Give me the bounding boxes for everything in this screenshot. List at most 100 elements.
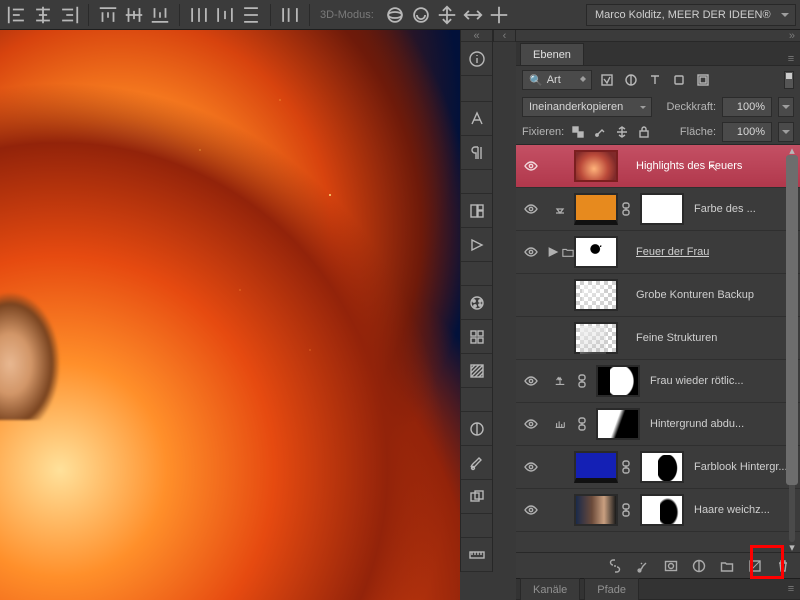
align-right-icon[interactable] xyxy=(58,4,80,26)
scroll-down-icon[interactable]: ▾ xyxy=(786,542,798,552)
timeline-panel-icon[interactable] xyxy=(461,228,492,262)
mask-thumbnail[interactable] xyxy=(596,408,640,440)
layer-thumbnail[interactable] xyxy=(574,150,618,182)
mask-thumbnail[interactable] xyxy=(640,494,684,526)
filter-shape-icon[interactable] xyxy=(670,71,688,89)
scroll-up-icon[interactable]: ▴ xyxy=(786,145,798,155)
layer-thumbnail[interactable] xyxy=(574,279,618,311)
align-center-icon[interactable] xyxy=(32,4,54,26)
distribute-spacing-icon[interactable] xyxy=(279,4,301,26)
color-panel-icon[interactable] xyxy=(461,286,492,320)
styles-panel-icon[interactable] xyxy=(461,354,492,388)
link-mask-icon[interactable] xyxy=(618,202,634,216)
workspace-switcher[interactable]: Marco Kolditz, MEER DER IDEEN® xyxy=(586,4,796,26)
link-mask-icon[interactable] xyxy=(618,460,634,474)
new-layer-icon[interactable] xyxy=(746,557,764,575)
layer-name[interactable]: Feuer der Frau xyxy=(636,246,709,258)
info-panel-icon[interactable] xyxy=(461,42,492,76)
panel-collapse-icon[interactable]: » xyxy=(516,30,800,42)
visibility-toggle-icon[interactable] xyxy=(516,159,546,173)
layer-name[interactable]: Farblook Hintergr... xyxy=(694,461,788,473)
layer-name[interactable]: Frau wieder rötlic... xyxy=(650,375,744,387)
align-bottom-icon[interactable] xyxy=(149,4,171,26)
link-layers-icon[interactable] xyxy=(606,557,624,575)
character-panel-icon[interactable] xyxy=(461,102,492,136)
lock-transparency-icon[interactable] xyxy=(570,124,586,140)
new-group-icon[interactable] xyxy=(718,557,736,575)
fill-input[interactable]: 100% xyxy=(722,122,772,142)
delete-layer-icon[interactable] xyxy=(774,557,792,575)
lock-pixels-icon[interactable] xyxy=(592,124,608,140)
layer-row-highlights[interactable]: Highlights des Feuers ↖ xyxy=(516,145,800,188)
opacity-dropdown-button[interactable] xyxy=(778,97,794,117)
slide-3d-icon[interactable] xyxy=(462,4,484,26)
layer-name[interactable]: Hintergrund abdu... xyxy=(650,418,744,430)
layer-row-frau[interactable]: Frau wieder rötlic... xyxy=(516,360,800,403)
disclosure-triangle-icon[interactable] xyxy=(547,246,559,258)
filter-kind-select[interactable]: 🔍 Art xyxy=(522,70,592,90)
measurement-panel-icon[interactable] xyxy=(461,538,492,572)
swatches-panel-icon[interactable] xyxy=(461,320,492,354)
distribute-center-icon[interactable] xyxy=(214,4,236,26)
visibility-toggle-icon[interactable] xyxy=(516,202,546,216)
panel-menu-icon[interactable]: ≡ xyxy=(782,53,800,65)
collapse-arrows-icon[interactable]: « xyxy=(461,30,492,42)
fill-thumbnail[interactable] xyxy=(574,451,618,483)
layer-thumbnail[interactable] xyxy=(574,322,618,354)
zoom-3d-icon[interactable] xyxy=(488,4,510,26)
tab-channels[interactable]: Kanäle xyxy=(520,578,580,600)
tab-layers[interactable]: Ebenen xyxy=(520,43,584,65)
layer-row-feuer-group[interactable]: Feuer der Frau xyxy=(516,231,800,274)
new-adjustment-icon[interactable] xyxy=(690,557,708,575)
link-mask-icon[interactable] xyxy=(574,374,590,388)
filter-type-icon[interactable] xyxy=(646,71,664,89)
distribute-h-icon[interactable] xyxy=(188,4,210,26)
roll-3d-icon[interactable] xyxy=(410,4,432,26)
align-vcenter-icon[interactable] xyxy=(123,4,145,26)
add-mask-icon[interactable] xyxy=(662,557,680,575)
layer-scrollbar[interactable]: ▴ ▾ xyxy=(786,145,798,552)
layer-name[interactable]: Highlights des Feuers xyxy=(636,160,742,172)
scroll-thumb[interactable] xyxy=(786,155,798,485)
panel-menu-icon[interactable]: ≡ xyxy=(782,583,800,595)
mask-thumbnail[interactable] xyxy=(574,236,618,268)
orbit-3d-icon[interactable] xyxy=(384,4,406,26)
visibility-toggle-icon[interactable] xyxy=(516,245,546,259)
layer-name[interactable]: Grobe Konturen Backup xyxy=(636,289,754,301)
link-mask-icon[interactable] xyxy=(574,417,590,431)
align-left-icon[interactable] xyxy=(6,4,28,26)
adjustments-panel-icon[interactable] xyxy=(461,412,492,446)
filter-toggle-switch[interactable] xyxy=(784,71,794,89)
fill-thumbnail[interactable] xyxy=(574,193,618,225)
link-mask-icon[interactable] xyxy=(618,503,634,517)
visibility-toggle-icon[interactable] xyxy=(516,417,546,431)
visibility-toggle-icon[interactable] xyxy=(516,460,546,474)
layer-thumbnail[interactable] xyxy=(574,494,618,526)
layer-name[interactable]: Haare weichz... xyxy=(694,504,770,516)
layer-row-haare[interactable]: Haare weichz... xyxy=(516,489,800,532)
tab-paths[interactable]: Pfade xyxy=(584,578,639,600)
layer-row-feine[interactable]: Feine Strukturen xyxy=(516,317,800,360)
distribute-v-icon[interactable] xyxy=(240,4,262,26)
layer-row-hintergrund[interactable]: Hintergrund abdu... xyxy=(516,403,800,446)
clone-source-panel-icon[interactable] xyxy=(461,480,492,514)
collapse-arrow-icon[interactable]: ‹ xyxy=(494,30,515,42)
blend-mode-select[interactable]: Ineinanderkopieren xyxy=(522,97,652,117)
layer-row-farblook[interactable]: Farblook Hintergr... xyxy=(516,446,800,489)
visibility-toggle-icon[interactable] xyxy=(516,374,546,388)
lock-all-icon[interactable] xyxy=(636,124,652,140)
layer-row-grobe[interactable]: Grobe Konturen Backup xyxy=(516,274,800,317)
lock-position-icon[interactable] xyxy=(614,124,630,140)
filter-adjustment-icon[interactable] xyxy=(622,71,640,89)
layer-name[interactable]: Farbe des ... xyxy=(694,203,756,215)
paragraph-panel-icon[interactable] xyxy=(461,136,492,170)
arrange-panel-icon[interactable] xyxy=(461,194,492,228)
layer-name[interactable]: Feine Strukturen xyxy=(636,332,717,344)
opacity-input[interactable]: 100% xyxy=(722,97,772,117)
document-canvas[interactable] xyxy=(0,30,460,600)
visibility-toggle-icon[interactable] xyxy=(516,503,546,517)
pan-3d-icon[interactable] xyxy=(436,4,458,26)
filter-pixel-icon[interactable] xyxy=(598,71,616,89)
mask-thumbnail[interactable] xyxy=(640,193,684,225)
layer-effects-icon[interactable] xyxy=(634,557,652,575)
